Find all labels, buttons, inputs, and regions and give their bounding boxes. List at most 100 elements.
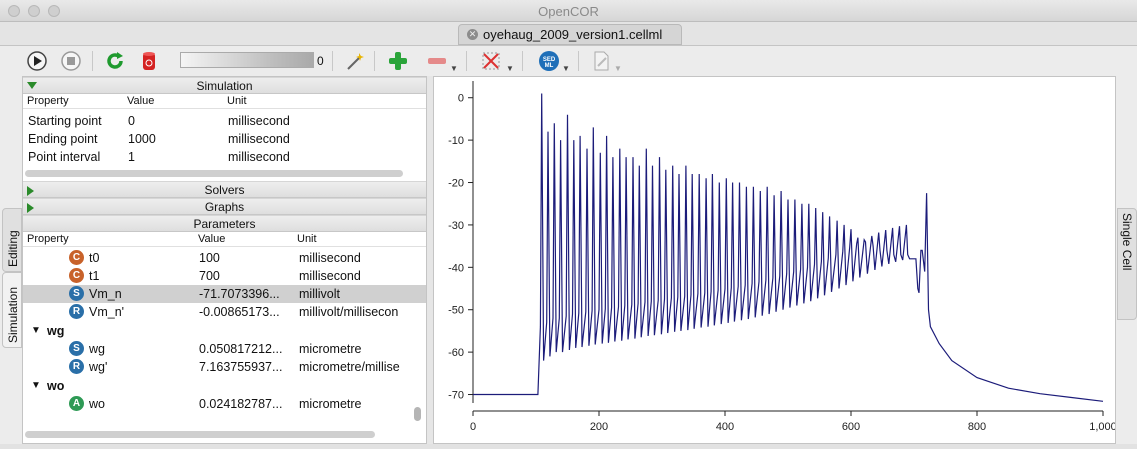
constant-icon: C	[69, 250, 84, 265]
parameters-section-title: Parameters	[193, 217, 256, 231]
column-value: Value	[198, 233, 226, 245]
parameters-section-header[interactable]: Parameters	[23, 215, 426, 232]
sedml-export-button[interactable]: SED ML	[538, 50, 560, 72]
parameter-unit: millisecond	[299, 269, 361, 283]
chevron-down-icon: ▼	[614, 64, 622, 73]
property-value[interactable]: 1	[128, 150, 135, 164]
column-property: Property	[27, 95, 69, 107]
horizontal-scrollbar[interactable]	[25, 431, 375, 438]
window-title: OpenCOR	[538, 4, 599, 19]
parameter-name: Vm_n	[89, 287, 122, 301]
component-name: wg	[47, 324, 65, 338]
development-mode-button[interactable]	[344, 50, 366, 72]
solvers-section-header[interactable]: Solvers	[23, 181, 426, 198]
graph-panel[interactable]: 0 -10 -20 -30 -40 -50 -60 -70 0 200 400 600 800 1,000	[433, 76, 1116, 444]
table-row[interactable]: C t1 700 millisecond	[23, 267, 413, 285]
tab-single-cell[interactable]: Single Cell	[1117, 208, 1137, 320]
cellml-export-button[interactable]	[590, 50, 612, 72]
graphs-section-title: Graphs	[204, 200, 245, 214]
simulation-delay-value: 0	[317, 54, 324, 68]
collapsed-icon	[27, 203, 34, 213]
property-name: Point interval	[28, 150, 101, 164]
tab-simulation[interactable]: Simulation	[2, 272, 22, 348]
tab-editing[interactable]: Editing	[2, 208, 22, 272]
development-mode-icon	[347, 53, 364, 70]
property-unit: millisecond	[228, 132, 290, 146]
y-tick-label: -20	[448, 178, 464, 190]
reset-button[interactable]	[104, 50, 126, 72]
table-row[interactable]: Ending point 1000 millisecond	[23, 130, 413, 148]
constant-icon: C	[69, 268, 84, 283]
graphs-section-header[interactable]: Graphs	[23, 198, 426, 215]
parameter-name: wg	[89, 342, 105, 356]
parameter-value[interactable]: 0.024182787...	[199, 397, 294, 411]
component-group-wo[interactable]: ▼ wo	[23, 377, 413, 395]
close-icon[interactable]: ✕	[467, 29, 478, 40]
y-tick-label: 0	[458, 93, 464, 105]
x-tick-label: 0	[470, 421, 476, 433]
table-row[interactable]: R Vm_n' -0.00865173... millivolt/millise…	[23, 303, 413, 321]
simulation-table-header: Property Value Unit	[23, 94, 426, 109]
table-row[interactable]: Point interval 1 millisecond	[23, 148, 413, 166]
x-tick-label: 600	[842, 421, 860, 433]
simulation-delay-slider[interactable]	[180, 52, 314, 68]
table-row[interactable]: C t0 100 millisecond	[23, 249, 413, 267]
y-tick-label: -60	[448, 347, 464, 359]
svg-text:ML: ML	[545, 63, 554, 69]
table-row[interactable]: Starting point 0 millisecond	[23, 112, 413, 130]
vertical-scrollbar[interactable]	[414, 407, 421, 421]
parameter-value[interactable]: 700	[199, 269, 294, 283]
table-row-selected[interactable]: S Vm_n -71.7073396... millivolt	[23, 285, 426, 303]
y-tick-label: -30	[448, 220, 464, 232]
clear-data-button[interactable]	[138, 50, 160, 72]
component-group-wg[interactable]: ▼ wg	[23, 322, 413, 340]
property-name: Ending point	[28, 132, 98, 146]
parameter-unit: micrometre	[299, 397, 362, 411]
y-tick-label: -10	[448, 135, 464, 147]
run-button[interactable]	[26, 50, 48, 72]
parameter-value[interactable]: 7.163755937...	[199, 360, 294, 374]
table-row[interactable]: R wg' 7.163755937... micrometre/millise	[23, 358, 413, 376]
chevron-down-icon: ▼	[562, 64, 570, 73]
simulation-section-title: Simulation	[196, 79, 253, 93]
property-value[interactable]: 0	[128, 114, 135, 128]
x-tick-label: 800	[968, 421, 986, 433]
window-titlebar: OpenCOR	[0, 0, 1137, 22]
stop-button[interactable]	[60, 50, 82, 72]
property-name: Starting point	[28, 114, 102, 128]
horizontal-scrollbar[interactable]	[25, 170, 403, 177]
parameter-unit: micrometre	[299, 342, 362, 356]
column-value: Value	[127, 95, 155, 107]
clear-data-icon	[143, 52, 155, 70]
chevron-down-icon: ▼	[450, 64, 458, 73]
y-tick-label: -50	[448, 305, 464, 317]
add-graph-panel-button[interactable]	[387, 50, 409, 72]
bottom-splitter[interactable]	[0, 444, 1137, 449]
add-graph-panel-icon	[389, 52, 407, 70]
rate-variable-icon: R	[69, 304, 84, 319]
collapsed-icon	[27, 186, 34, 196]
property-value[interactable]: 1000	[128, 132, 156, 146]
table-row[interactable]: A wo 0.024182787... micrometre	[23, 395, 413, 413]
parameter-unit: millivolt	[299, 287, 340, 301]
parameter-value[interactable]: -0.00865173...	[199, 305, 294, 319]
parameter-name: t0	[89, 251, 100, 265]
chevron-down-icon: ▼	[31, 380, 41, 391]
file-tab-bar: ✕ oyehaug_2009_version1.cellml	[0, 22, 1137, 46]
tab-simulation-label: Simulation	[6, 286, 20, 343]
parameter-value[interactable]: -71.7073396...	[199, 287, 294, 301]
table-row[interactable]: S wg 0.050817212... micrometre	[23, 340, 413, 358]
stop-icon	[61, 51, 81, 71]
remove-graph-panel-button[interactable]	[426, 50, 448, 72]
simulation-section-header[interactable]: Simulation	[23, 77, 426, 94]
x-tick-label: 200	[590, 421, 608, 433]
parameter-unit: millivolt/millisecon	[299, 305, 399, 319]
file-tab[interactable]: ✕ oyehaug_2009_version1.cellml	[458, 24, 682, 45]
simulation-toolbar: 0 ▼ ▼ SED ML ▼ ▼	[22, 46, 1116, 76]
simulation-properties-panel: Simulation Property Value Unit Starting …	[22, 76, 427, 444]
column-unit: Unit	[297, 233, 317, 245]
simulation-data-button[interactable]	[480, 50, 502, 72]
solvers-section-title: Solvers	[204, 183, 245, 197]
parameter-value[interactable]: 100	[199, 251, 294, 265]
parameter-value[interactable]: 0.050817212...	[199, 342, 294, 356]
